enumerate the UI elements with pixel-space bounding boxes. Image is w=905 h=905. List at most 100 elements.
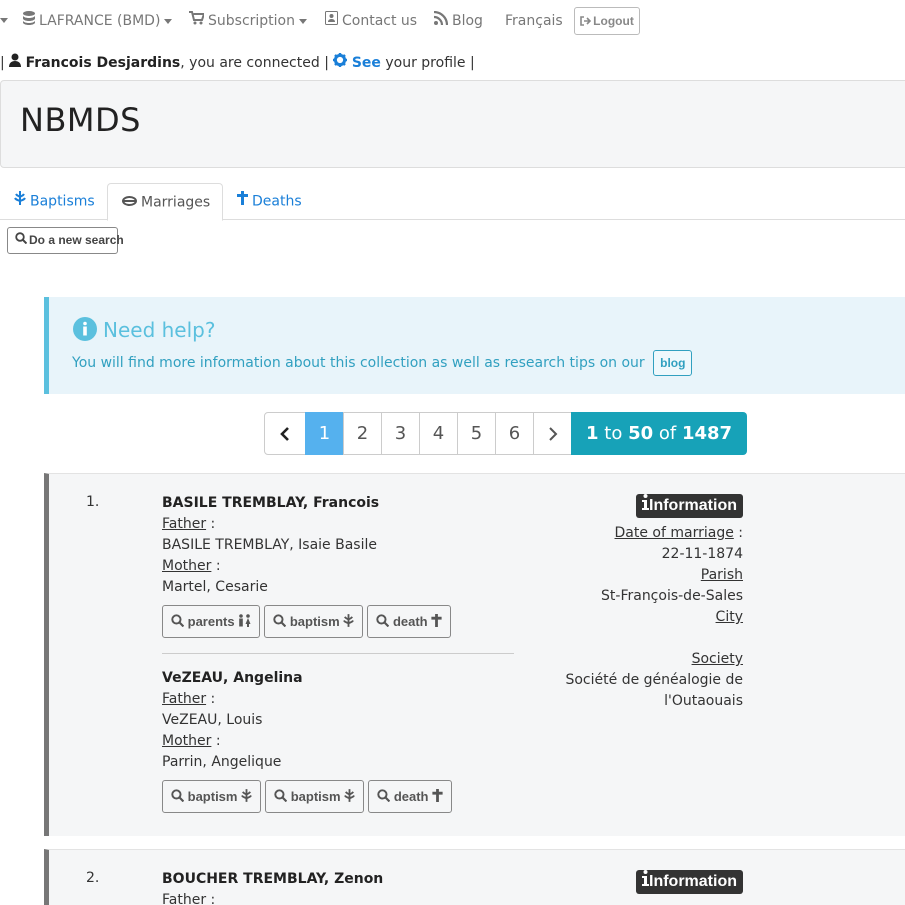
pagination-page-6[interactable]: 6 [495, 412, 534, 455]
cart-icon [189, 6, 206, 36]
user-status-line: | Francois Desjardins, you are connected… [0, 52, 475, 74]
mother-row: Mother : [162, 731, 514, 752]
search-baptism-button[interactable]: baptism [264, 605, 364, 638]
help-title: Need help? [73, 317, 215, 346]
mother-label: Mother [162, 558, 212, 574]
bride-block: VeZEAU, Angelina Father : VeZEAU, Louis … [162, 668, 514, 813]
date-label: Date of marriage [614, 525, 734, 541]
father-name: BASILE TREMBLAY, Isaie Basile [162, 537, 377, 553]
marriage-record: 2. BOUCHER TREMBLAY, Zenon Father : Info… [44, 849, 905, 905]
tab-deaths[interactable]: Deaths [237, 183, 302, 220]
record-number: 1. [86, 494, 100, 510]
society-name-line2: l'Outaouais [664, 693, 743, 709]
tab-label: Deaths [252, 193, 302, 210]
search-baptism-button[interactable]: baptism [162, 780, 262, 813]
society-label: Society [691, 651, 743, 667]
help-title-text: Need help? [103, 318, 216, 342]
nav-contact-label: Contact us [342, 13, 418, 29]
chevron-down-icon [0, 18, 8, 23]
info-circle-icon [73, 317, 97, 346]
bride-search-buttons: baptism baptism death [162, 780, 514, 813]
tab-marriages[interactable]: Marriages [107, 183, 223, 221]
colon: : [206, 691, 216, 707]
pagination-next-button[interactable] [533, 412, 572, 455]
pagination-page-1[interactable]: 1 [305, 412, 344, 455]
colon: : [206, 516, 216, 532]
search-icon [15, 228, 28, 253]
connected-text: , you are connected [180, 55, 320, 71]
groom-name: BOUCHER TREMBLAY, Zenon [162, 871, 384, 887]
search-baptism-button[interactable]: baptism [265, 780, 365, 813]
society-name-line1: Société de généalogie de [565, 672, 743, 688]
search-icon [171, 607, 185, 638]
record-type-tabs: Baptisms Marriages Deaths [0, 183, 905, 221]
search-icon [171, 782, 185, 813]
nav-blog-link[interactable]: Blog [433, 6, 483, 36]
page-title: NBMDS [20, 101, 141, 139]
new-search-label: Do a new search [29, 233, 124, 247]
search-icon [273, 607, 287, 638]
contact-card-icon [325, 6, 338, 36]
father-row: Father : [162, 514, 514, 535]
parish-label: Parish [700, 567, 743, 583]
father-row: Father : [162, 890, 514, 905]
search-death-button[interactable]: death [367, 605, 452, 638]
cross-icon [431, 607, 442, 638]
results-range: 1 to 50 of 1487 [571, 412, 748, 455]
rings-icon [122, 184, 137, 221]
page-header: NBMDS [0, 80, 905, 168]
colon: : [733, 525, 743, 541]
cross-icon [432, 782, 443, 813]
button-label: baptism [289, 614, 340, 629]
info-icon [642, 494, 649, 518]
search-parents-button[interactable]: parents [162, 605, 261, 638]
pagination-page-5[interactable]: 5 [457, 412, 496, 455]
record-number: 2. [86, 870, 100, 886]
father-label: Father [162, 516, 207, 532]
button-label: death [392, 614, 428, 629]
date-row: Date of marriage : [549, 523, 743, 544]
help-blog-button[interactable]: blog [653, 350, 693, 376]
mother-row: Mother : [162, 556, 514, 577]
divider [162, 653, 514, 654]
chevron-right-icon [548, 427, 557, 441]
nav-database-dropdown[interactable]: LAFRANCE (BMD) [23, 6, 173, 36]
divider: | [0, 55, 10, 71]
nav-contact-link[interactable]: Contact us [325, 6, 417, 36]
help-alert: Need help? You will find more informatio… [44, 297, 905, 394]
help-message-text: You will find more information about thi… [72, 355, 645, 371]
information-label: Information [649, 873, 737, 891]
pagination-page-2[interactable]: 2 [343, 412, 382, 455]
logout-button[interactable]: Logout [574, 7, 640, 35]
mother-label: Mother [162, 733, 212, 749]
nav-database-label: LAFRANCE (BMD) [39, 13, 161, 29]
nav-language-link[interactable]: Français [505, 6, 563, 36]
nav-blog-label: Blog [452, 13, 483, 29]
pagination-page-4[interactable]: 4 [419, 412, 458, 455]
help-message: You will find more information about thi… [72, 350, 693, 376]
tab-baptisms[interactable]: Baptisms [14, 183, 95, 220]
search-icon [376, 607, 390, 638]
see-profile-link[interactable]: See your profile [333, 52, 466, 74]
father-name: VeZEAU, Louis [162, 712, 263, 728]
gear-icon [333, 52, 348, 74]
nav-subscription-dropdown[interactable]: Subscription [189, 6, 307, 36]
profile-label: your profile [385, 55, 466, 71]
new-search-button[interactable]: Do a new search [7, 227, 124, 254]
logout-label: Logout [593, 14, 634, 28]
rss-icon [433, 6, 449, 36]
button-label: baptism [187, 789, 238, 804]
father-row: Father : [162, 689, 514, 710]
pagination-page-3[interactable]: 3 [381, 412, 420, 455]
colon: : [211, 558, 221, 574]
button-label: parents [187, 614, 235, 629]
chevron-down-icon [299, 18, 307, 24]
groom-block: BOUCHER TREMBLAY, Zenon Father : [162, 869, 514, 905]
divider: | [465, 55, 475, 71]
divider: | [324, 55, 334, 71]
button-label: death [393, 789, 429, 804]
pagination-prev-button[interactable] [264, 412, 306, 455]
search-death-button[interactable]: death [368, 780, 453, 813]
pagination: 1 2 3 4 5 6 1 to 50 of 1487 [264, 412, 748, 455]
